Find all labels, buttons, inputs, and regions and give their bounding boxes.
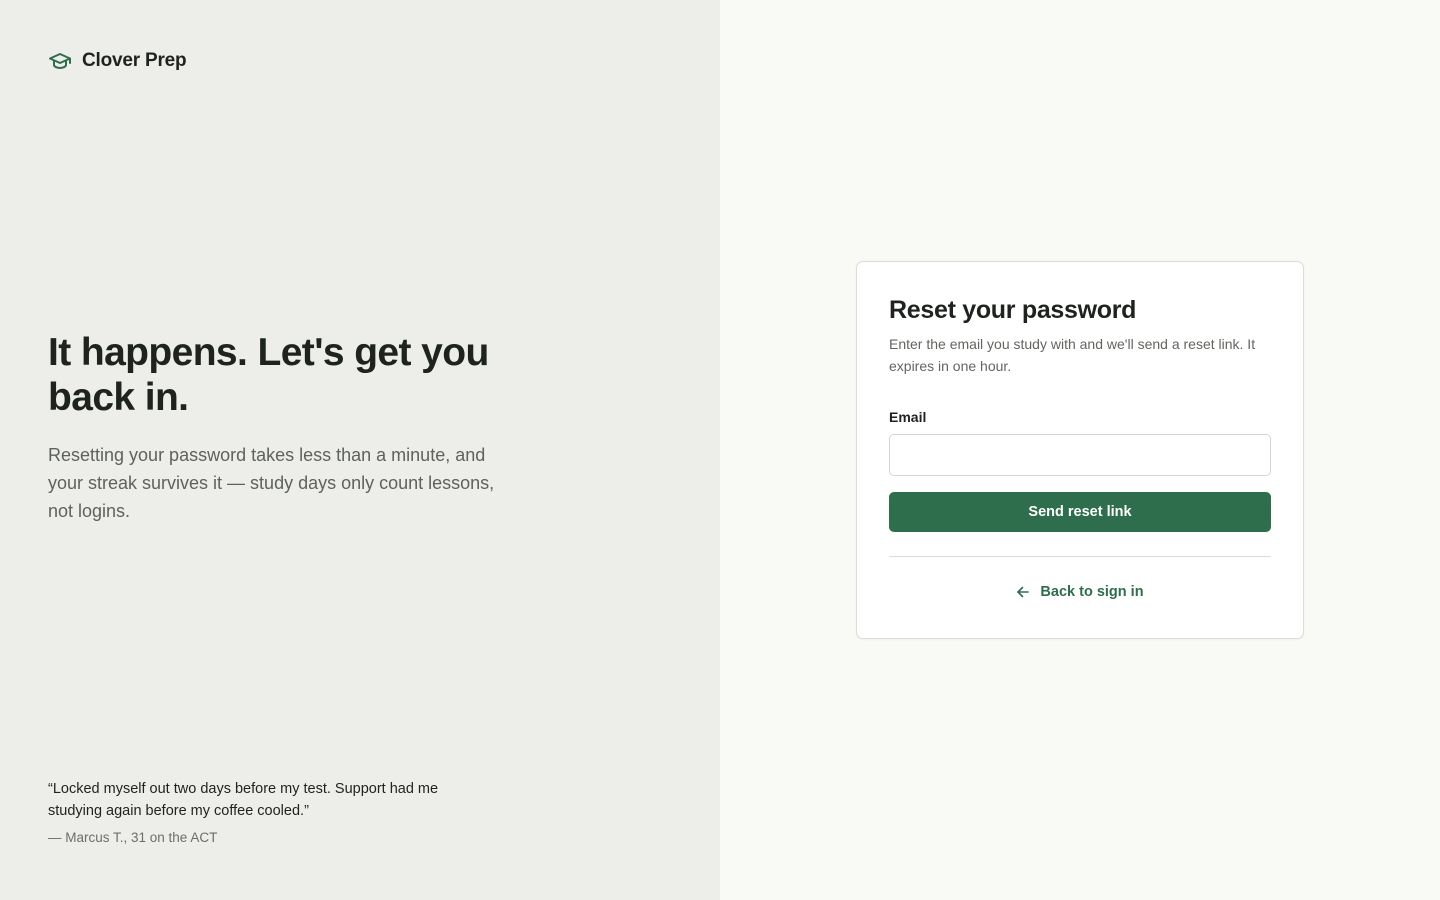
hero-subtitle: Resetting your password takes less than … (48, 445, 495, 521)
hero: It happens. Let's get you back in. Reset… (48, 330, 508, 525)
testimonial-quote: “Locked myself out two days before my te… (48, 781, 439, 819)
reset-password-card: Reset your password Enter the email you … (856, 261, 1304, 639)
brand-name: Clover Prep (82, 50, 187, 71)
email-input[interactable] (889, 434, 1271, 476)
hero-title: It happens. Let's get you back in. (48, 331, 489, 419)
back-to-sign-in-label: Back to sign in (1040, 584, 1144, 600)
brand-logo[interactable]: Clover Prep (48, 49, 187, 73)
arrow-left-icon (1017, 586, 1030, 598)
testimonial-author: — Marcus T., 31 on the ACT (48, 830, 218, 845)
card-title: Reset your password (889, 296, 1137, 324)
email-label: Email (889, 409, 927, 425)
divider (889, 556, 1271, 557)
form-panel: Reset your password Enter the email you … (720, 0, 1440, 900)
testimonial: “Locked myself out two days before my te… (48, 778, 468, 845)
send-reset-link-button[interactable]: Send reset link (889, 492, 1271, 532)
graduation-cap-icon (49, 53, 71, 69)
back-to-sign-in-link[interactable]: Back to sign in (889, 584, 1271, 600)
marketing-panel: Clover Prep It happens. Let's get you ba… (0, 0, 720, 900)
card-description: Enter the email you study with and we'll… (889, 336, 1256, 374)
